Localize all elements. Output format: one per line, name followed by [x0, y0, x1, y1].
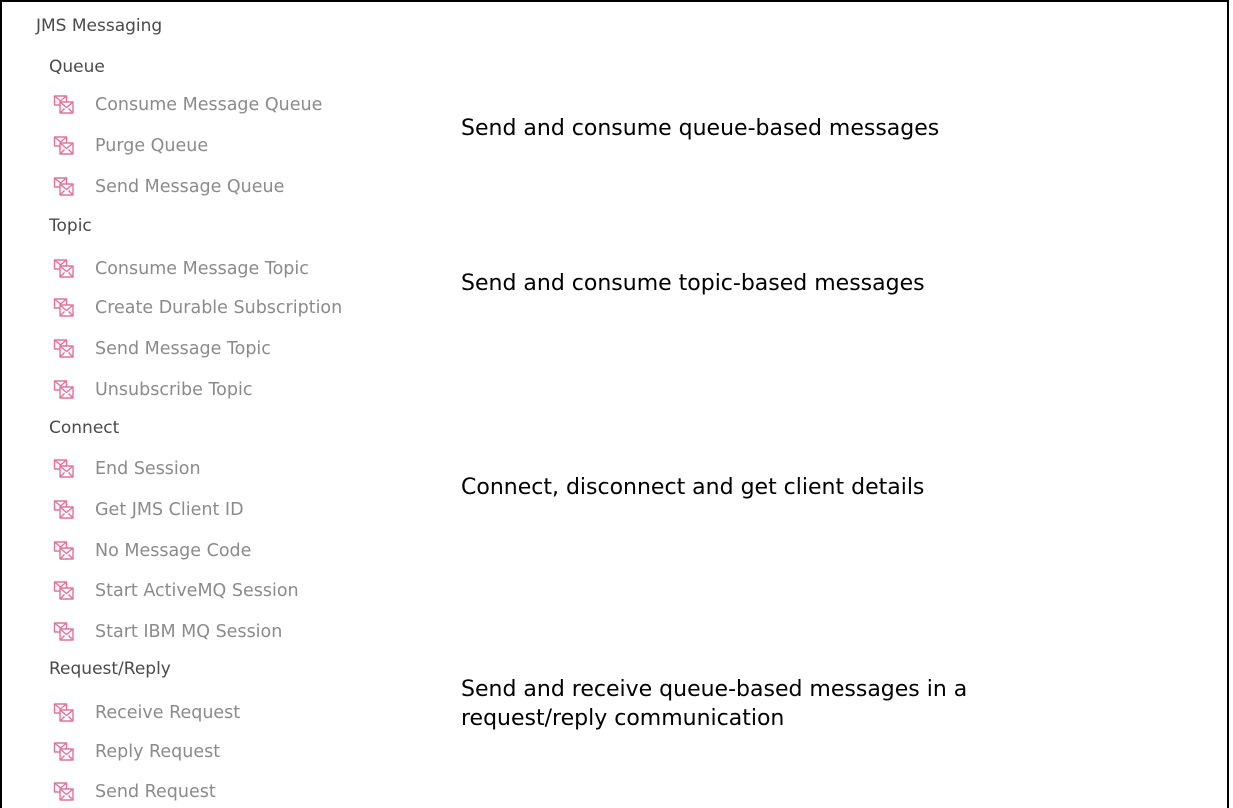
activity-label: Send Message Topic [95, 339, 271, 359]
activity-receive-request[interactable]: Receive Request [53, 700, 240, 726]
activity-label: Get JMS Client ID [95, 500, 244, 520]
activity-no-message-code[interactable]: No Message Code [53, 538, 251, 564]
jms-message-icon [53, 621, 75, 643]
jms-message-icon [53, 458, 75, 480]
jms-message-icon [53, 741, 75, 763]
activity-label: Reply Request [95, 742, 221, 762]
activity-send-message-queue[interactable]: Send Message Queue [53, 174, 284, 200]
group-topic[interactable]: Topic [49, 216, 92, 236]
activity-label: Start IBM MQ Session [95, 622, 283, 642]
jms-message-icon [53, 338, 75, 360]
group-connect[interactable]: Connect [49, 418, 119, 438]
jms-message-icon [53, 540, 75, 562]
activity-get-jms-client-id[interactable]: Get JMS Client ID [53, 497, 244, 523]
activity-label: Receive Request [95, 703, 241, 723]
activity-label: Create Durable Subscription [95, 298, 343, 318]
activity-label: Consume Message Queue [95, 95, 323, 115]
activity-unsubscribe-topic[interactable]: Unsubscribe Topic [53, 377, 252, 403]
jms-message-icon [53, 781, 75, 803]
activity-label: No Message Code [95, 541, 252, 561]
request-reply-description-line-1: Send and receive queue-based messages in… [461, 677, 968, 702]
activity-send-request[interactable]: Send Request [53, 779, 216, 805]
request-reply-description-line-2: request/reply communication [461, 706, 785, 731]
jms-message-icon [53, 135, 75, 157]
activity-send-message-topic[interactable]: Send Message Topic [53, 336, 271, 362]
jms-message-icon [53, 499, 75, 521]
activity-consume-message-queue[interactable]: Consume Message Queue [53, 92, 322, 118]
activity-start-ibm-mq-session[interactable]: Start IBM MQ Session [53, 619, 282, 645]
jms-message-icon [53, 94, 75, 116]
jms-message-icon [53, 176, 75, 198]
activity-reply-request[interactable]: Reply Request [53, 739, 220, 765]
activity-create-durable-subscription[interactable]: Create Durable Subscription [53, 295, 342, 321]
activity-label: Start ActiveMQ Session [95, 581, 299, 601]
activity-consume-message-topic[interactable]: Consume Message Topic [53, 256, 309, 282]
jms-message-icon [53, 297, 75, 319]
activity-label: Purge Queue [95, 136, 209, 156]
queue-description: Send and consume queue-based messages [461, 116, 940, 141]
activity-label: End Session [95, 459, 201, 479]
jms-message-icon [53, 379, 75, 401]
topic-description: Send and consume topic-based messages [461, 271, 925, 296]
jms-message-icon [53, 580, 75, 602]
activity-start-activemq-session[interactable]: Start ActiveMQ Session [53, 578, 299, 604]
jms-message-icon [53, 702, 75, 724]
group-queue[interactable]: Queue [49, 57, 105, 77]
activity-end-session[interactable]: End Session [53, 456, 201, 482]
connect-description: Connect, disconnect and get client detai… [461, 475, 925, 500]
activity-label: Consume Message Topic [95, 259, 309, 279]
request-reply-description: Send and receive queue-based messages in… [461, 675, 967, 733]
activity-label: Unsubscribe Topic [95, 380, 253, 400]
tree-root-jms-messaging[interactable]: JMS Messaging [36, 16, 162, 36]
group-request-reply[interactable]: Request/Reply [49, 659, 171, 679]
activity-label: Send Message Queue [95, 177, 285, 197]
jms-message-icon [53, 258, 75, 280]
activity-label: Send Request [95, 782, 216, 802]
activity-purge-queue[interactable]: Purge Queue [53, 133, 208, 159]
